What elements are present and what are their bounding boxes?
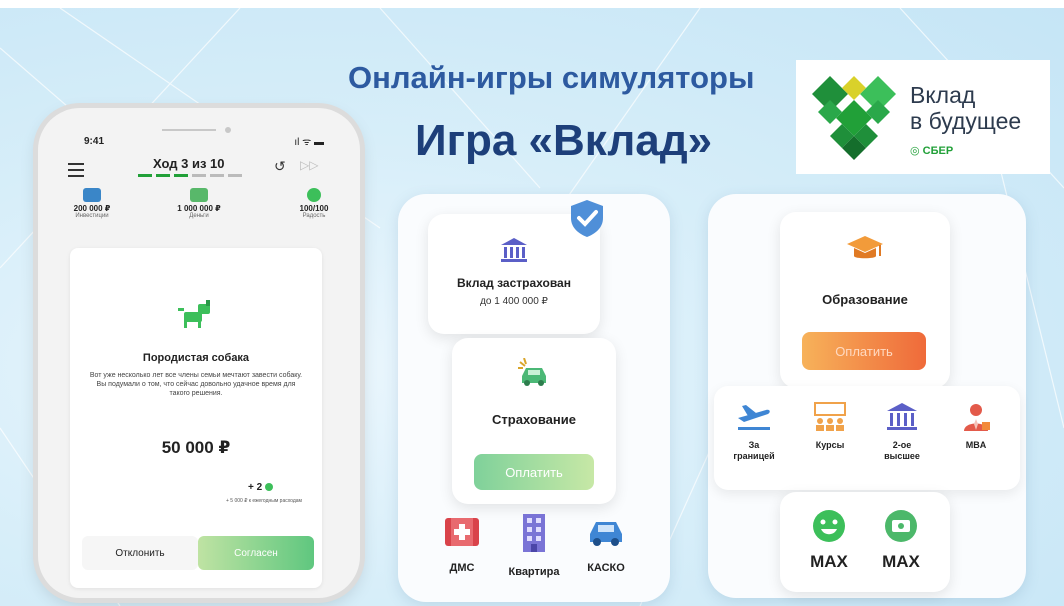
stat-investments: 200 000 ₽ Инвестиции — [52, 188, 132, 219]
bonus-note: + 5 000 ₽ к ежегодным расходам — [225, 498, 302, 504]
stat-value: 200 000 ₽ — [73, 204, 111, 213]
history-icon[interactable]: ↺ — [274, 158, 286, 175]
decline-button[interactable]: Отклонить — [82, 536, 198, 570]
graduation-cap-icon — [847, 236, 883, 259]
dog-icon — [178, 300, 210, 328]
event-bonus: + 2 — [248, 482, 273, 493]
option-label: 2-ое высшее — [866, 440, 938, 462]
max-label: MAX — [810, 552, 848, 571]
event-description: Вот уже несколько лет все члены семьи ме… — [89, 372, 303, 397]
next-turn-icon[interactable]: ▷▷ — [300, 158, 318, 172]
joy-coin-icon — [264, 483, 273, 492]
max-money: MAX — [866, 508, 936, 572]
option-label: За границей — [718, 440, 790, 462]
sber-icon: ◎ — [910, 145, 923, 157]
option-apartment[interactable]: Квартира — [494, 514, 574, 578]
option-courses[interactable]: Курсы — [794, 402, 866, 451]
bank-icon — [501, 238, 527, 262]
car-crash-icon — [518, 358, 546, 386]
stat-label: Инвестиции — [75, 213, 109, 219]
education-title: Образование — [822, 292, 908, 307]
smile-icon — [813, 510, 845, 542]
logo-title-line1: Вклад — [910, 82, 976, 108]
headline-main: Игра «Вклад» — [415, 116, 713, 165]
education-options: За границей Курсы 2-ое высшее MBA — [714, 386, 1020, 490]
medical-kit-icon — [445, 518, 479, 546]
accept-button[interactable]: Согласен — [198, 536, 314, 570]
option-label: КАСКО — [587, 562, 625, 574]
phone-status-icons: ıl ᯤ ▬ — [294, 137, 324, 148]
insurance-card: Страхование Оплатить — [452, 338, 616, 504]
sber-label: СБЕР — [922, 145, 954, 157]
airplane-icon — [738, 405, 770, 430]
stat-money: 1 000 000 ₽ Деньги — [159, 188, 239, 219]
event-title: Породистая собака — [142, 352, 250, 364]
stat-joy: 100/100 Радость — [274, 188, 354, 219]
education-card: Образование Оплатить — [780, 212, 950, 388]
car-icon — [590, 522, 622, 546]
phone-mockup: 9:41 ıl ᯤ ▬ Ход 3 из 10 ↺ ▷▷ 200 000 ₽ И… — [38, 108, 360, 598]
turn-counter: Ход 3 из 10 — [153, 156, 225, 171]
money-icon — [190, 188, 208, 202]
insurance-title: Страхование — [492, 412, 576, 427]
insurance-options: ДМС Квартира КАСКО — [398, 504, 670, 602]
option-label: MBA — [940, 440, 1012, 451]
option-label: ДМС — [449, 562, 475, 574]
option-label-line1: Курсы — [815, 440, 845, 450]
bonus-value: + 2 — [248, 482, 263, 493]
money-icon — [885, 510, 917, 542]
shield-check-icon — [571, 200, 603, 237]
manager-icon — [964, 404, 990, 431]
menu-icon[interactable] — [68, 163, 84, 181]
logo-mark-icon — [812, 76, 896, 160]
deposit-title: Вклад застрахован — [457, 276, 571, 290]
stat-value: 100/100 — [299, 204, 329, 213]
insurance-pay-button[interactable]: Оплатить — [474, 454, 594, 490]
stat-value: 1 000 000 ₽ — [177, 204, 221, 213]
logo: Вклад в будущее ◎ СБЕР — [796, 60, 1050, 174]
option-label-line1: За — [748, 440, 760, 450]
phone-notch — [162, 127, 231, 133]
building-icon — [523, 514, 545, 552]
headline-top: Онлайн-игры симуляторы — [348, 60, 755, 95]
max-joy: MAX — [794, 508, 864, 572]
option-dms[interactable]: ДМС — [422, 514, 502, 574]
sber-brand: ◎ СБЕР — [910, 144, 953, 157]
option-label: Курсы — [794, 440, 866, 451]
option-label-line2: границей — [733, 451, 775, 461]
option-label-line2: высшее — [884, 451, 920, 461]
turn-progress — [138, 174, 242, 177]
education-pay-button[interactable]: Оплатить — [802, 332, 926, 370]
slide: Онлайн-игры симуляторы Игра «Вклад» Вкла… — [0, 8, 1064, 606]
max-label: MAX — [882, 552, 920, 571]
smile-icon — [307, 188, 321, 202]
logo-title: Вклад в будущее — [910, 82, 1021, 134]
option-label: Квартира — [508, 566, 560, 578]
option-label-line1: 2-ое — [892, 440, 912, 450]
option-label-line1: MBA — [965, 440, 987, 450]
option-mba[interactable]: MBA — [940, 402, 1012, 451]
stat-label: Деньги — [189, 213, 209, 219]
deposit-subtitle: до 1 400 000 ₽ — [480, 296, 548, 307]
university-icon — [887, 403, 917, 430]
classroom-icon — [814, 402, 846, 431]
option-kasko[interactable]: КАСКО — [566, 514, 646, 574]
stat-label: Радость — [302, 213, 326, 219]
event-price: 50 000 ₽ — [161, 438, 231, 457]
option-abroad[interactable]: За границей — [718, 402, 790, 462]
briefcase-icon — [83, 188, 101, 202]
logo-title-line2: в будущее — [910, 108, 1022, 134]
phone-time: 9:41 — [84, 136, 105, 147]
max-stats-card: MAX MAX — [780, 492, 950, 592]
option-second-degree[interactable]: 2-ое высшее — [866, 402, 938, 462]
